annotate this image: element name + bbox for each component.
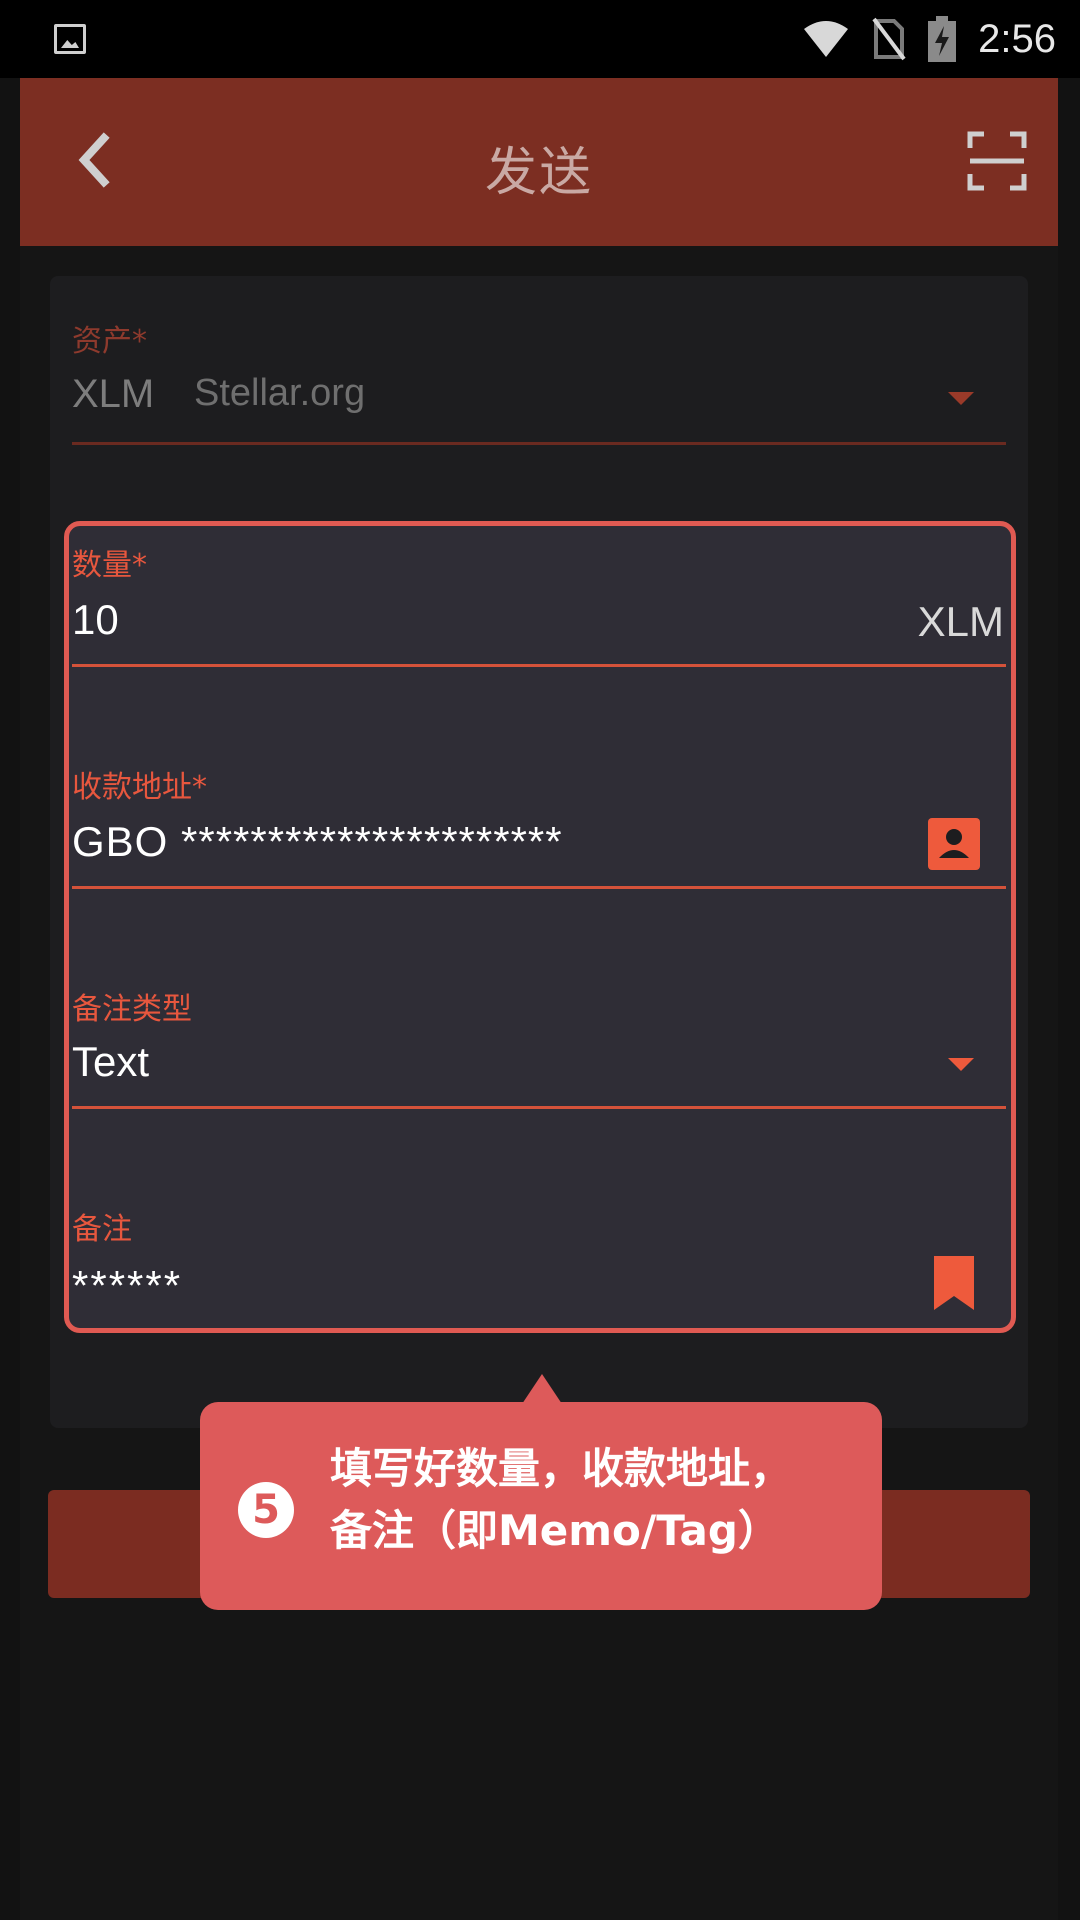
amount-underline: [72, 664, 1006, 667]
asset-issuer[interactable]: Stellar.org: [194, 372, 365, 415]
battery-charging-icon: [928, 16, 957, 62]
memo-label: 备注: [72, 1212, 132, 1247]
scan-qr-icon[interactable]: [966, 130, 1028, 192]
contact-book-button[interactable]: [928, 818, 980, 870]
asset-code[interactable]: XLM: [72, 372, 154, 417]
asset-dropdown-arrow-icon[interactable]: [948, 392, 974, 405]
amount-input[interactable]: 10: [72, 596, 119, 644]
amount-unit: XLM: [917, 598, 1004, 645]
status-time: 2:56: [978, 16, 1056, 61]
tooltip-line-2: 备注（即Memo/Tag）: [330, 1506, 780, 1555]
asset-label: 资产*: [72, 324, 147, 359]
recipient-underline: [72, 886, 1006, 889]
app-bar: 发送: [20, 78, 1058, 246]
status-icons: 2:56: [802, 14, 1056, 64]
tooltip-pointer: [522, 1374, 562, 1404]
asset-underline: [72, 442, 1006, 445]
contact-icon: [939, 829, 969, 858]
page-title: 发送: [484, 143, 593, 203]
image-notification-icon: [54, 24, 86, 54]
tooltip-text: 填写好数量，收款地址， 备注（即Memo/Tag）: [330, 1438, 870, 1562]
no-sim-icon: [872, 17, 906, 61]
memo-type-dropdown-arrow-icon[interactable]: [948, 1058, 974, 1071]
wifi-icon: [804, 21, 849, 57]
amount-label: 数量*: [72, 548, 147, 583]
highlighted-fields-box: [64, 521, 1016, 1333]
status-bar: 2:56: [0, 0, 1080, 78]
memo-type-select[interactable]: Text: [72, 1038, 149, 1086]
guide-tooltip: 5 填写好数量，收款地址， 备注（即Memo/Tag）: [200, 1402, 882, 1610]
bookmark-icon[interactable]: [934, 1256, 974, 1310]
recipient-label: 收款地址*: [72, 770, 207, 805]
memo-type-label: 备注类型: [72, 992, 192, 1027]
step-number-badge: 5: [238, 1482, 294, 1538]
screen: 2:56 发送 资产* XLM Stellar.org 数量* 10 XLM 收…: [0, 0, 1080, 1920]
tooltip-line-1: 填写好数量，收款地址，: [330, 1444, 793, 1493]
recipient-input[interactable]: GBO **********************: [72, 818, 563, 866]
memo-input[interactable]: ******: [72, 1262, 182, 1310]
memo-type-underline: [72, 1106, 1006, 1109]
